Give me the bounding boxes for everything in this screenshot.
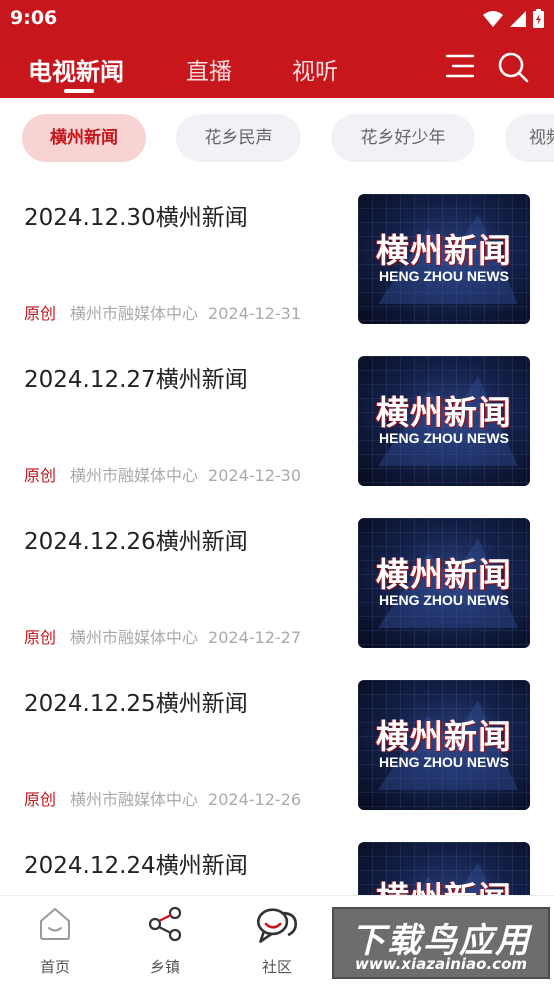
site-watermark: 下载鸟应用 www.xiazainiao.com <box>332 907 550 979</box>
status-icons <box>483 9 544 28</box>
tab-community-label: 社区 <box>261 958 292 976</box>
news-item[interactable]: 2024.12.24横州新闻 横州新闻 HENG ZHOU NEWS <box>0 828 554 895</box>
original-tag: 原创 <box>24 466 57 485</box>
original-tag: 原创 <box>24 628 57 647</box>
chip-huaxiang-youth[interactable]: 花乡好少年 <box>331 114 475 162</box>
tab-tv-news[interactable]: 电视新闻 <box>28 52 124 87</box>
news-thumbnail: 横州新闻 HENG ZHOU NEWS <box>358 518 530 648</box>
tab-audio-visual[interactable]: 视听 <box>292 52 338 86</box>
thumbnail-subtitle: HENG ZHOU NEWS <box>379 430 509 446</box>
thumbnail-title: 横州新闻 <box>376 393 512 432</box>
news-meta: 原创 横州市融媒体中心 2024-12-27 <box>24 624 301 648</box>
chip-video[interactable]: 视频 <box>505 114 554 162</box>
news-date: 2024-12-30 <box>208 466 302 485</box>
news-item[interactable]: 2024.12.27横州新闻 原创 横州市融媒体中心 2024-12-30 横州新闻… <box>0 342 554 504</box>
app-header: 9:06 电视新闻 直播 视听 <box>0 0 554 98</box>
thumbnail-title: 横州新闻 <box>358 872 530 895</box>
signal-icon <box>510 10 526 27</box>
news-item[interactable]: 2024.12.25横州新闻 原创 横州市融媒体中心 2024-12-26 横州新闻… <box>0 666 554 828</box>
status-bar: 9:06 <box>0 0 554 38</box>
news-item[interactable]: 2024.12.30横州新闻 原创 横州市融媒体中心 2024-12-31 横州新闻… <box>0 180 554 342</box>
tab-township[interactable]: 乡镇 <box>110 896 220 985</box>
news-meta: 原创 横州市融媒体中心 2024-12-30 <box>24 462 301 486</box>
category-chips: 横州新闻 花乡民声 花乡好少年 视频 <box>0 98 554 180</box>
tab-home[interactable]: 首页 <box>0 896 110 985</box>
thumbnail-subtitle: HENG ZHOU NEWS <box>379 268 509 284</box>
news-title: 2024.12.24横州新闻 <box>24 853 248 879</box>
thumbnail-title: 横州新闻 <box>376 231 512 270</box>
watermark-url: www.xiazainiao.com <box>354 955 528 973</box>
chat-icon <box>256 908 298 943</box>
home-icon <box>40 908 70 940</box>
top-nav: 电视新闻 直播 视听 <box>0 38 554 98</box>
news-meta: 原创 横州市融媒体中心 2024-12-31 <box>24 300 301 324</box>
news-source: 横州市融媒体中心 <box>70 790 199 809</box>
news-title: 2024.12.26横州新闻 <box>24 529 248 555</box>
thumbnail-subtitle: HENG ZHOU NEWS <box>379 754 509 770</box>
search-icon[interactable] <box>496 50 530 84</box>
news-thumbnail: 横州新闻 HENG ZHOU NEWS <box>358 680 530 810</box>
active-tab-indicator <box>64 89 94 93</box>
original-tag: 原创 <box>24 304 57 323</box>
news-date: 2024-12-31 <box>208 304 302 323</box>
news-item[interactable]: 2024.12.26横州新闻 原创 横州市融媒体中心 2024-12-27 横州新闻… <box>0 504 554 666</box>
news-thumbnail: 横州新闻 HENG ZHOU NEWS <box>358 842 530 895</box>
news-source: 横州市融媒体中心 <box>70 466 199 485</box>
original-tag: 原创 <box>24 790 57 809</box>
news-source: 横州市融媒体中心 <box>70 628 199 647</box>
thumbnail-title: 横州新闻 <box>376 555 512 594</box>
news-date: 2024-12-27 <box>208 628 302 647</box>
share-icon <box>148 906 182 942</box>
news-list: 2024.12.30横州新闻 原创 横州市融媒体中心 2024-12-31 横州新闻… <box>0 180 554 895</box>
tab-community[interactable]: 社区 <box>222 896 332 985</box>
tab-home-label: 首页 <box>39 958 70 976</box>
news-meta: 原创 横州市融媒体中心 2024-12-26 <box>24 786 301 810</box>
news-thumbnail: 横州新闻 HENG ZHOU NEWS <box>358 356 530 486</box>
tab-township-label: 乡镇 <box>149 958 180 976</box>
chip-huaxiang-minsheng[interactable]: 花乡民声 <box>176 114 301 162</box>
news-title: 2024.12.27横州新闻 <box>24 367 248 393</box>
status-time: 9:06 <box>10 7 58 29</box>
news-title: 2024.12.30横州新闻 <box>24 205 248 231</box>
battery-icon <box>533 9 544 28</box>
news-date: 2024-12-26 <box>208 790 302 809</box>
news-title: 2024.12.25横州新闻 <box>24 691 248 717</box>
chip-hengzhou-news[interactable]: 横州新闻 <box>22 114 146 162</box>
tab-live[interactable]: 直播 <box>186 52 232 86</box>
menu-icon[interactable] <box>444 50 476 82</box>
thumbnail-subtitle: HENG ZHOU NEWS <box>379 592 509 608</box>
news-thumbnail: 横州新闻 HENG ZHOU NEWS <box>358 194 530 324</box>
thumbnail-title: 横州新闻 <box>376 717 512 756</box>
news-source: 横州市融媒体中心 <box>70 304 199 323</box>
wifi-icon <box>483 10 503 27</box>
